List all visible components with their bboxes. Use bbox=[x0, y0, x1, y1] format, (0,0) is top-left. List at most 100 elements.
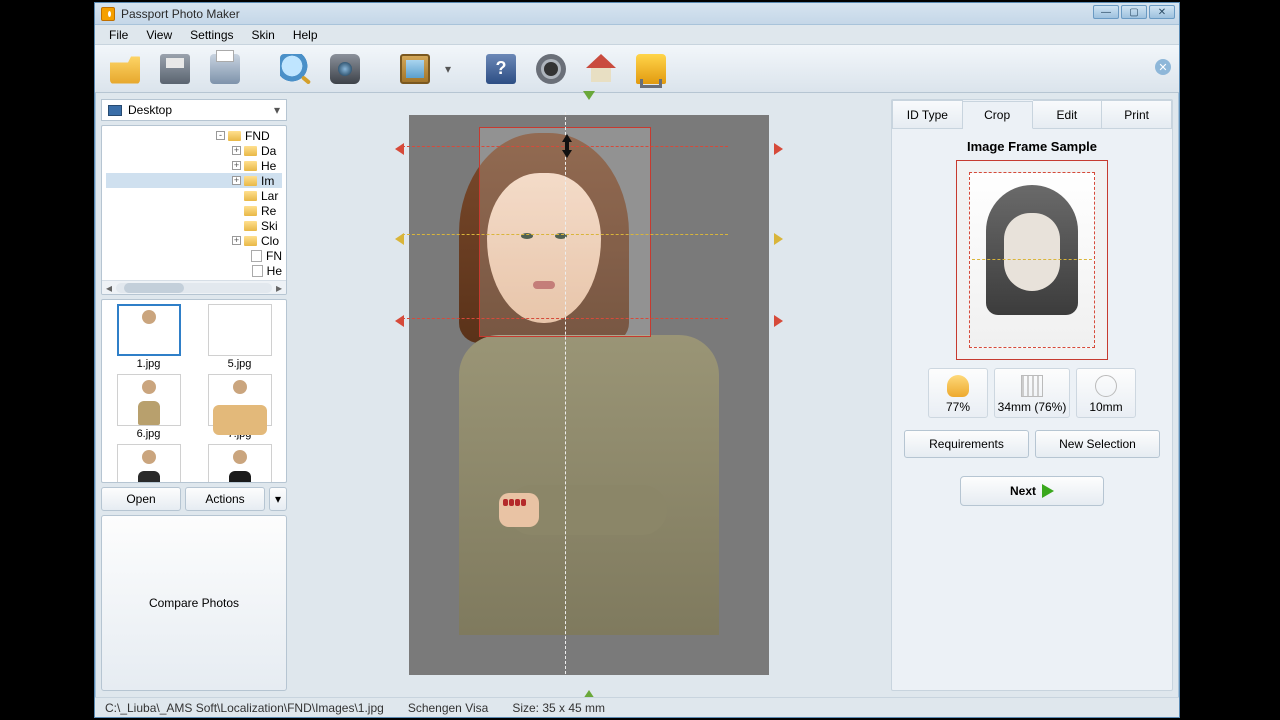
actions-button[interactable]: Actions bbox=[185, 487, 265, 511]
guide-marker-icon[interactable] bbox=[395, 315, 404, 327]
guide-marker-icon[interactable] bbox=[774, 143, 783, 155]
thumbnail-panel: 1.jpg5.jpg6.jpg7.jpg8.jpg9.jpg...421169_… bbox=[101, 299, 287, 483]
sample-frame bbox=[956, 160, 1108, 360]
tree-item[interactable]: Re bbox=[106, 203, 282, 218]
tree-item[interactable]: - FND bbox=[106, 128, 282, 143]
requirements-button[interactable]: Requirements bbox=[904, 430, 1029, 458]
tab-id-type[interactable]: ID Type bbox=[892, 100, 963, 128]
help-icon bbox=[486, 54, 516, 84]
menu-settings[interactable]: Settings bbox=[182, 26, 241, 44]
open-button[interactable] bbox=[103, 49, 147, 89]
close-button[interactable]: ✕ bbox=[1149, 5, 1175, 19]
arrow-right-icon bbox=[1042, 484, 1054, 498]
tree-item[interactable]: +Clo bbox=[106, 233, 282, 248]
tree-item-label: Lar bbox=[261, 189, 278, 203]
folder-icon bbox=[244, 236, 257, 246]
guide-marker-icon[interactable] bbox=[774, 233, 783, 245]
menu-help[interactable]: Help bbox=[285, 26, 326, 44]
magnifier-icon bbox=[280, 54, 310, 84]
thumbnail[interactable]: 9.jpg bbox=[197, 444, 282, 483]
monitor-icon bbox=[108, 105, 122, 116]
cart-button[interactable] bbox=[629, 49, 673, 89]
tree-item[interactable]: + He bbox=[106, 158, 282, 173]
silhouette-icon bbox=[947, 375, 969, 397]
tree-item[interactable]: Lar bbox=[106, 188, 282, 203]
tab-print[interactable]: Print bbox=[1102, 100, 1172, 128]
menubar: File View Settings Skin Help bbox=[95, 25, 1179, 45]
tree-item-label: FN bbox=[266, 249, 282, 263]
location-select[interactable]: Desktop ▾ bbox=[101, 99, 287, 121]
menu-view[interactable]: View bbox=[138, 26, 180, 44]
head-outline-icon bbox=[1095, 375, 1117, 397]
tree-item[interactable]: + Da bbox=[106, 143, 282, 158]
save-button[interactable] bbox=[153, 49, 197, 89]
printer-icon bbox=[210, 54, 240, 84]
help-button[interactable] bbox=[479, 49, 523, 89]
folder-tree[interactable]: -FND+Da+He+ImLarReSki+CloFNHe ◂ ▸ bbox=[101, 125, 287, 295]
menu-skin[interactable]: Skin bbox=[244, 26, 283, 44]
tab-crop[interactable]: Crop bbox=[963, 101, 1033, 129]
frame-button[interactable] bbox=[393, 49, 437, 89]
folder-icon bbox=[244, 146, 257, 156]
file-icon bbox=[252, 265, 263, 277]
right-tabs: ID Type Crop Edit Print bbox=[892, 100, 1172, 128]
folder-icon bbox=[244, 221, 257, 231]
metric-top-margin: 10mm bbox=[1076, 368, 1136, 418]
menu-file[interactable]: File bbox=[101, 26, 136, 44]
photo-canvas[interactable] bbox=[409, 115, 769, 675]
video-button[interactable] bbox=[529, 49, 573, 89]
tree-item[interactable]: Ski bbox=[106, 218, 282, 233]
scroll-left-icon[interactable]: ◂ bbox=[102, 281, 116, 295]
guide-marker-icon[interactable] bbox=[774, 315, 783, 327]
home-icon bbox=[586, 54, 616, 84]
crop-frame[interactable] bbox=[479, 127, 651, 337]
tree-item-label: He bbox=[261, 159, 276, 173]
new-selection-button[interactable]: New Selection bbox=[1035, 430, 1160, 458]
right-panel: ID Type Crop Edit Print Image Frame Samp… bbox=[891, 99, 1173, 691]
frame-dropdown[interactable]: ▾ bbox=[443, 49, 453, 89]
tree-item-label: Im bbox=[261, 174, 274, 188]
compare-photos-button[interactable]: Compare Photos bbox=[101, 515, 287, 691]
expander-icon[interactable]: + bbox=[232, 161, 241, 170]
close-hint-button[interactable]: ✕ bbox=[1155, 59, 1171, 75]
app-window: Passport Photo Maker — ▢ ✕ File View Set… bbox=[94, 2, 1180, 718]
folder-icon bbox=[244, 206, 257, 216]
tree-item[interactable]: + Im bbox=[106, 173, 282, 188]
expander-icon[interactable]: + bbox=[232, 236, 241, 245]
camera-button[interactable] bbox=[323, 49, 367, 89]
actions-dropdown[interactable]: ▾ bbox=[269, 487, 287, 511]
tree-item[interactable]: He bbox=[106, 263, 282, 278]
sample-title: Image Frame Sample bbox=[967, 139, 1097, 154]
scroll-thumb[interactable] bbox=[124, 283, 184, 293]
minimize-button[interactable]: — bbox=[1093, 5, 1119, 19]
thumbnail[interactable]: 1.jpg bbox=[106, 304, 191, 370]
home-button[interactable] bbox=[579, 49, 623, 89]
guide-marker-icon[interactable] bbox=[395, 143, 404, 155]
location-label: Desktop bbox=[128, 103, 172, 117]
sample-face-icon bbox=[970, 185, 1094, 315]
left-panel: Desktop ▾ -FND+Da+He+ImLarReSki+CloFNHe … bbox=[101, 99, 287, 691]
search-button[interactable] bbox=[273, 49, 317, 89]
tree-item-label: FND bbox=[245, 129, 270, 143]
tree-item[interactable]: FN bbox=[106, 248, 282, 263]
thumbnail[interactable]: 8.jpg bbox=[106, 444, 191, 483]
expander-icon[interactable]: - bbox=[216, 131, 225, 140]
expander-icon[interactable]: + bbox=[232, 146, 241, 155]
expander-icon[interactable]: + bbox=[232, 176, 241, 185]
next-button[interactable]: Next bbox=[960, 476, 1104, 506]
window-title: Passport Photo Maker bbox=[121, 7, 240, 21]
tree-item-label: Da bbox=[261, 144, 276, 158]
tab-edit[interactable]: Edit bbox=[1033, 100, 1103, 128]
titlebar: Passport Photo Maker — ▢ ✕ bbox=[95, 3, 1179, 25]
thumbnail[interactable]: 6.jpg bbox=[106, 374, 191, 440]
thumbnail[interactable]: 5.jpg bbox=[197, 304, 282, 370]
scroll-right-icon[interactable]: ▸ bbox=[272, 281, 286, 295]
status-size: Size: 35 x 45 mm bbox=[512, 701, 605, 715]
tree-scrollbar-h[interactable]: ◂ ▸ bbox=[102, 280, 286, 294]
maximize-button[interactable]: ▢ bbox=[1121, 5, 1147, 19]
open-photo-button[interactable]: Open bbox=[101, 487, 181, 511]
tree-item-label: Ski bbox=[261, 219, 278, 233]
top-marker-icon[interactable] bbox=[583, 91, 595, 100]
thumbnail-label: 5.jpg bbox=[228, 358, 252, 370]
print-button[interactable] bbox=[203, 49, 247, 89]
